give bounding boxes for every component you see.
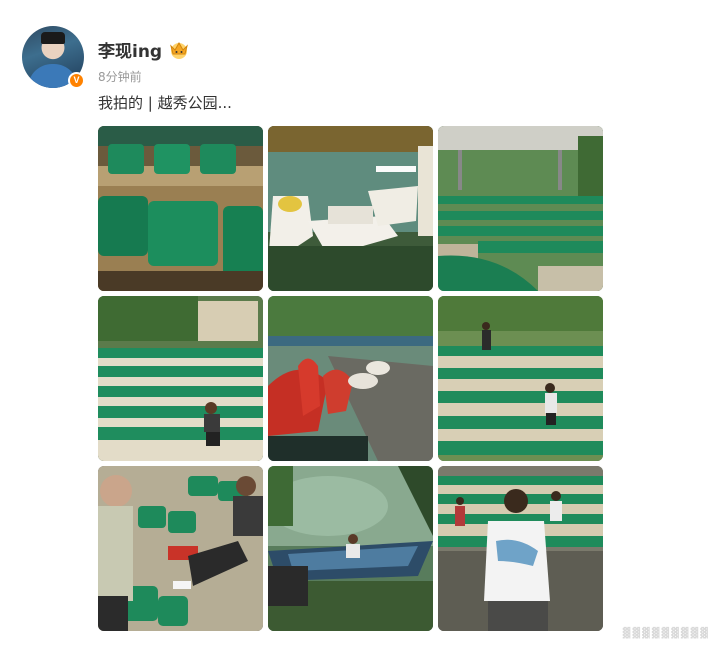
username[interactable]: 李现ing	[98, 37, 162, 62]
photo-grid	[98, 126, 603, 631]
photo-stadium-stands[interactable]	[438, 126, 603, 291]
crown-icon	[170, 41, 188, 59]
photo-stands-people[interactable]	[438, 296, 603, 461]
post-content: 我拍的 | 越秀公园...	[98, 94, 232, 112]
post-time: 8分钟前	[98, 70, 142, 84]
photo-green-seats-closeup[interactable]	[98, 126, 263, 291]
avatar-hat	[41, 32, 65, 44]
photo-paddle-boats[interactable]	[268, 126, 433, 291]
photo-man-sitting-stands[interactable]	[98, 296, 263, 461]
watermark-blur: ▓▓▓▓▓▓▓▓▓	[622, 628, 710, 639]
photo-old-man-seats[interactable]	[98, 466, 263, 631]
weibo-post: V 李现ing 8分钟前 我拍的 | 越秀公园... ▓▓▓▓▓▓▓▓▓	[0, 0, 716, 645]
photo-rowboat-lake[interactable]	[268, 466, 433, 631]
verified-badge-icon: V	[68, 72, 85, 89]
photo-boy-white-shirt[interactable]	[438, 466, 603, 631]
photo-swan-boats[interactable]	[268, 296, 433, 461]
